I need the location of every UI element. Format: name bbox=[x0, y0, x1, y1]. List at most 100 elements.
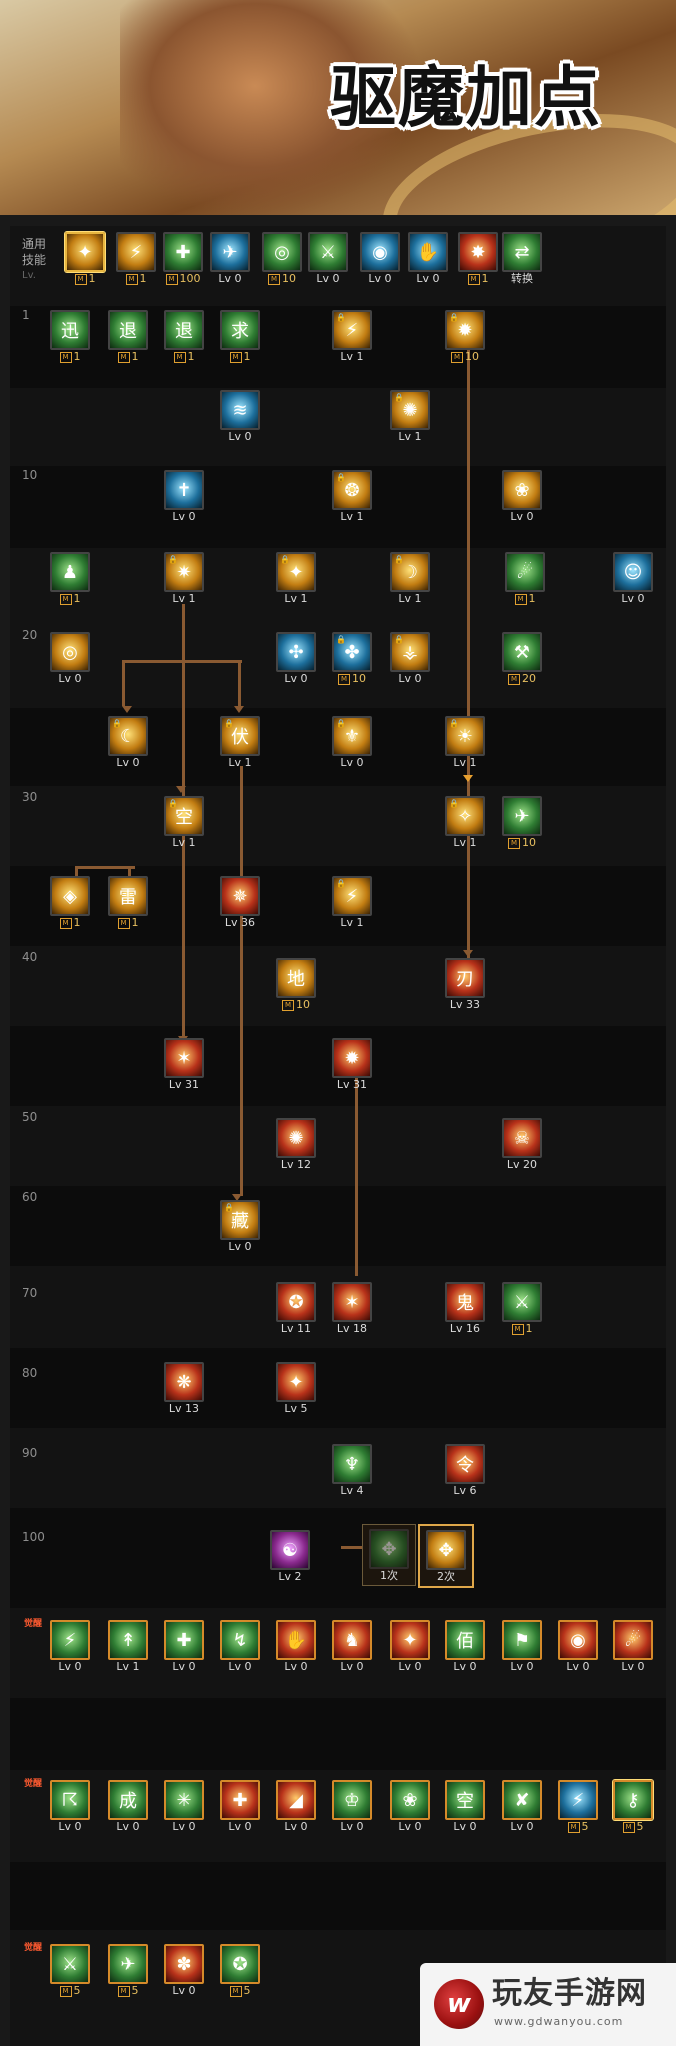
skill-level-caption: Lv 0 bbox=[324, 1820, 380, 1834]
master-level-icon: M bbox=[59, 1986, 72, 1997]
skill-icon[interactable]: ✚ bbox=[164, 1620, 204, 1660]
skill-level-caption: M1 bbox=[100, 350, 156, 364]
skill-glyph-icon: ✚ bbox=[175, 241, 191, 263]
lock-icon: 🔒 bbox=[224, 719, 234, 728]
skill-icon[interactable]: ✚ bbox=[163, 232, 203, 272]
skill-icon[interactable]: ✈ bbox=[210, 232, 250, 272]
skill-icon[interactable]: ⚡ bbox=[116, 232, 156, 272]
skill-icon[interactable]: ✣ bbox=[276, 632, 316, 672]
skill-icon[interactable]: ✶ bbox=[332, 1282, 372, 1322]
skill-icon[interactable]: ◈ bbox=[50, 876, 90, 916]
skill-icon[interactable]: ◢ bbox=[276, 1780, 316, 1820]
skill-icon[interactable]: 迅 bbox=[50, 310, 90, 350]
skill-icon[interactable]: 退 bbox=[108, 310, 148, 350]
skill-icon[interactable]: ✸ bbox=[458, 232, 498, 272]
skill-icon[interactable]: 鬼 bbox=[445, 1282, 485, 1322]
skill-icon[interactable]: 空 bbox=[445, 1780, 485, 1820]
skill-icon[interactable]: ☾ 🔒 bbox=[108, 716, 148, 756]
skill-icon[interactable]: ☠ bbox=[502, 1118, 542, 1158]
skill-icon[interactable]: ⚡ bbox=[50, 1620, 90, 1660]
skill-icon[interactable]: ↯ bbox=[220, 1620, 260, 1660]
skill-icon[interactable]: 求 bbox=[220, 310, 260, 350]
skill-icon[interactable]: ♔ bbox=[332, 1780, 372, 1820]
skill-icon[interactable]: ↟ bbox=[108, 1620, 148, 1660]
skill-icon[interactable]: ☀ 🔒 bbox=[445, 716, 485, 756]
skill-icon[interactable]: 刃 bbox=[445, 958, 485, 998]
skill-level-caption: Lv 33 bbox=[437, 998, 493, 1012]
skill-icon[interactable]: ☽ 🔒 bbox=[390, 552, 430, 592]
skill-icon[interactable]: ♆ bbox=[332, 1444, 372, 1484]
skill-icon[interactable]: ♞ bbox=[332, 1620, 372, 1660]
skill-level-caption: Lv 0 bbox=[382, 1820, 438, 1834]
skill-icon[interactable]: ❂ 🔒 bbox=[332, 470, 372, 510]
skill-level-value: Lv 1 bbox=[228, 756, 252, 769]
skill-icon[interactable]: 雷 bbox=[108, 876, 148, 916]
skill-icon[interactable]: ✦ bbox=[65, 232, 105, 272]
skill-icon[interactable]: ✝ bbox=[164, 470, 204, 510]
skill-icon[interactable]: ❀ bbox=[502, 470, 542, 510]
evolution-option[interactable]: ✥ 2次 bbox=[418, 1524, 474, 1588]
skill-icon[interactable]: ✋ bbox=[408, 232, 448, 272]
skill-icon[interactable]: 退 bbox=[164, 310, 204, 350]
skill-icon[interactable]: ⚡ 🔒 bbox=[332, 876, 372, 916]
skill-icon[interactable]: ❋ bbox=[164, 1362, 204, 1402]
skill-icon[interactable]: ✦ bbox=[390, 1620, 430, 1660]
skill-icon[interactable]: ⚶ 🔒 bbox=[390, 632, 430, 672]
skill-icon[interactable]: ✪ bbox=[220, 1944, 260, 1984]
skill-icon[interactable]: ◎ bbox=[262, 232, 302, 272]
skill-icon[interactable]: ⚔ bbox=[502, 1282, 542, 1322]
skill-icon[interactable]: ☄ bbox=[505, 552, 545, 592]
skill-icon[interactable]: ☄ bbox=[613, 1620, 653, 1660]
skill-icon[interactable]: ⇄ bbox=[502, 232, 542, 272]
skill-icon[interactable]: ✺ bbox=[276, 1118, 316, 1158]
skill-icon[interactable]: ⚡ 🔒 bbox=[332, 310, 372, 350]
skill-icon[interactable]: ◉ bbox=[360, 232, 400, 272]
skill-icon[interactable]: ⚜ 🔒 bbox=[332, 716, 372, 756]
skill-icon[interactable]: ◎ bbox=[50, 632, 90, 672]
skill-icon[interactable]: ≋ bbox=[220, 390, 260, 430]
evolution-option[interactable]: ✥ 1次 bbox=[362, 1524, 416, 1586]
skill-icon[interactable]: ⚑ bbox=[502, 1620, 542, 1660]
skill-icon[interactable]: ✧ 🔒 bbox=[445, 796, 485, 836]
skill-level-caption: Lv 20 bbox=[494, 1158, 550, 1172]
skill-icon[interactable]: ✵ bbox=[220, 876, 260, 916]
skill-icon[interactable]: 令 bbox=[445, 1444, 485, 1484]
skill-icon[interactable]: ✹ bbox=[332, 1038, 372, 1078]
skill-icon[interactable]: ⚡ bbox=[558, 1780, 598, 1820]
skill-icon[interactable]: ✺ 🔒 bbox=[390, 390, 430, 430]
skill-icon[interactable]: ✳ bbox=[164, 1780, 204, 1820]
skill-icon[interactable]: 地 bbox=[276, 958, 316, 998]
skill-icon[interactable]: 伏 🔒 bbox=[220, 716, 260, 756]
skill-glyph-icon: ◢ bbox=[289, 1789, 303, 1811]
skill-icon[interactable]: ✦ bbox=[276, 1362, 316, 1402]
skill-icon[interactable]: ✷ 🔒 bbox=[164, 552, 204, 592]
master-level-icon: M bbox=[229, 1986, 242, 1997]
skill-icon[interactable]: ✶ bbox=[164, 1038, 204, 1078]
skill-icon[interactable]: ◉ bbox=[558, 1620, 598, 1660]
skill-icon[interactable]: ☈ bbox=[50, 1780, 90, 1820]
skill-icon[interactable]: ♟ bbox=[50, 552, 90, 592]
skill-icon[interactable]: ❀ bbox=[390, 1780, 430, 1820]
skill-icon[interactable]: ✹ 🔒 bbox=[445, 310, 485, 350]
skill-icon[interactable]: 成 bbox=[108, 1780, 148, 1820]
skill-icon[interactable]: 藏 🔒 bbox=[220, 1200, 260, 1240]
skill-icon[interactable]: ✽ bbox=[164, 1944, 204, 1984]
skill-icon[interactable]: 佰 bbox=[445, 1620, 485, 1660]
skill-icon[interactable]: ⚷ bbox=[613, 1780, 653, 1820]
skill-icon[interactable]: ✪ bbox=[276, 1282, 316, 1322]
skill-icon[interactable]: ⚔ bbox=[308, 232, 348, 272]
skill-icon[interactable]: ☯ bbox=[270, 1530, 310, 1570]
skill-icon[interactable]: ⚒ bbox=[502, 632, 542, 672]
skill-icon[interactable]: ✘ bbox=[502, 1780, 542, 1820]
skill-icon[interactable]: ✦ 🔒 bbox=[276, 552, 316, 592]
skill-icon[interactable]: ☺ bbox=[613, 552, 653, 592]
skill-glyph-icon: ↟ bbox=[120, 1629, 136, 1651]
skill-icon[interactable]: ✈ bbox=[108, 1944, 148, 1984]
skill-icon[interactable]: ✚ bbox=[220, 1780, 260, 1820]
skill-icon[interactable]: 空 🔒 bbox=[164, 796, 204, 836]
skill-icon[interactable]: ✋ bbox=[276, 1620, 316, 1660]
skill-level-value: Lv 0 bbox=[172, 510, 196, 523]
skill-icon[interactable]: ✈ bbox=[502, 796, 542, 836]
skill-icon[interactable]: ⚔ bbox=[50, 1944, 90, 1984]
skill-icon[interactable]: ✤ 🔒 bbox=[332, 632, 372, 672]
